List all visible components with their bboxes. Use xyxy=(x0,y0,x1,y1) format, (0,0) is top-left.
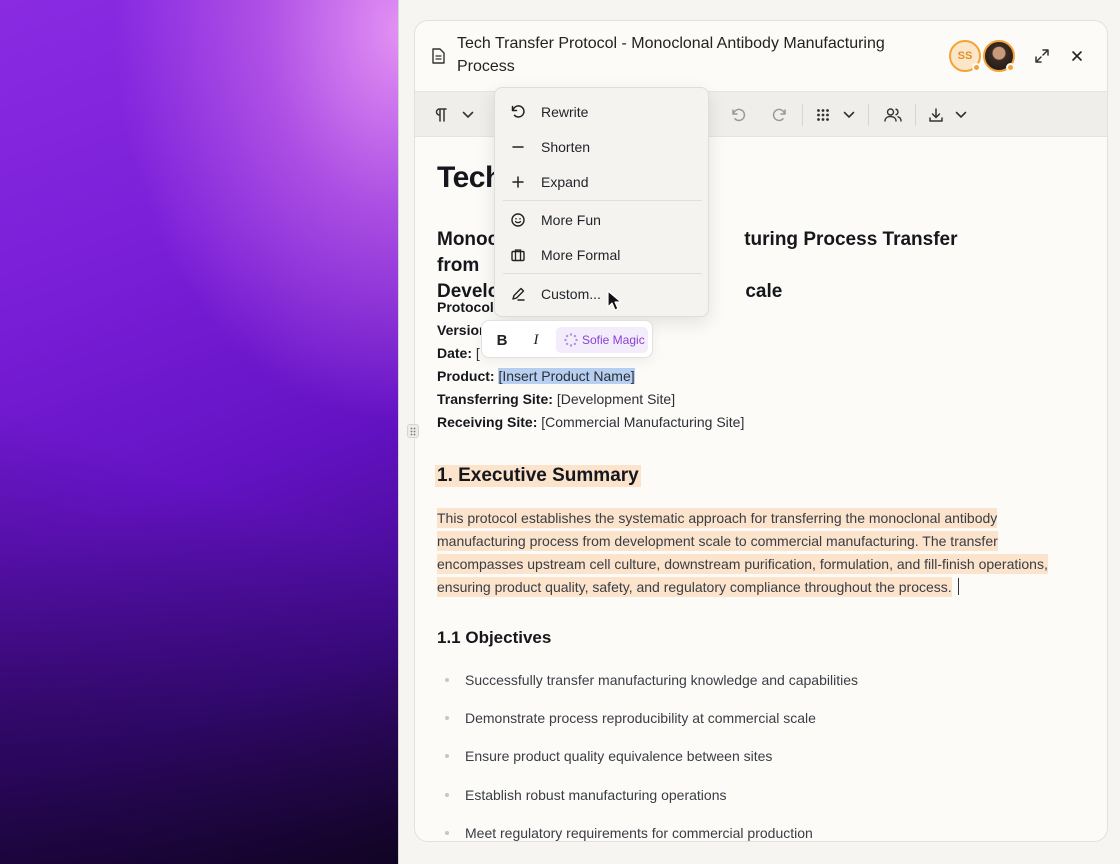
menu-item-expand[interactable]: Expand xyxy=(495,164,710,199)
toolbar-divider xyxy=(868,104,869,126)
bold-button[interactable]: B xyxy=(492,330,512,350)
menu-item-shorten[interactable]: Shorten xyxy=(495,129,710,164)
chevron-down-icon[interactable] xyxy=(459,104,477,126)
undo-icon[interactable] xyxy=(727,104,749,126)
meta-transferring-site: Transferring Site: [Development Site] xyxy=(437,391,676,407)
users-icon[interactable] xyxy=(882,104,904,126)
pencil-icon xyxy=(509,285,527,303)
meta-receiving-site: Receiving Site: [Commercial Manufacturin… xyxy=(437,414,745,430)
italic-button[interactable]: I xyxy=(526,330,546,350)
paragraph-icon[interactable] xyxy=(431,104,451,126)
smile-icon xyxy=(509,211,527,229)
sparkle-loader-icon xyxy=(564,333,578,347)
subsection-heading: 1.1 Objectives xyxy=(437,628,552,647)
ai-action-menu: Rewrite Shorten Expand More Fun More For… xyxy=(494,87,709,317)
text-cursor xyxy=(957,578,959,595)
mouse-pointer-icon xyxy=(607,290,622,311)
document-icon xyxy=(432,48,445,64)
meta-date: Date: [ xyxy=(437,345,480,361)
drag-handle-icon[interactable] xyxy=(407,424,419,438)
expand-icon[interactable] xyxy=(1031,45,1053,67)
toolbar-divider xyxy=(915,104,916,126)
plus-icon xyxy=(509,173,527,191)
redo-icon[interactable] xyxy=(769,104,791,126)
section-heading: 1. Executive Summary xyxy=(435,465,641,487)
briefcase-icon xyxy=(509,246,527,264)
rotate-icon xyxy=(509,103,527,121)
menu-item-custom[interactable]: Custom... xyxy=(495,276,710,311)
download-icon[interactable] xyxy=(925,104,947,126)
format-toolbar: B I Sofie Magic xyxy=(481,320,653,358)
meta-product: Product: [Insert Product Name] xyxy=(437,368,635,384)
menu-divider xyxy=(503,200,702,201)
toolbar-divider xyxy=(802,104,803,126)
menu-item-more-formal[interactable]: More Formal xyxy=(495,237,710,272)
close-icon[interactable] xyxy=(1066,45,1088,67)
selected-text[interactable]: [Insert Product Name] xyxy=(498,368,635,384)
desktop-background xyxy=(0,0,398,864)
menu-item-rewrite[interactable]: Rewrite xyxy=(495,94,710,129)
grid-icon[interactable] xyxy=(813,104,833,126)
menu-item-more-fun[interactable]: More Fun xyxy=(495,202,710,237)
chevron-down-icon[interactable] xyxy=(952,104,970,126)
document-title: Tech Transfer Protocol - Monoclonal Anti… xyxy=(457,35,885,75)
presence-dot xyxy=(972,63,981,72)
minus-icon xyxy=(509,138,527,156)
document-header: Tech Transfer Protocol - Monoclonal Anti… xyxy=(415,21,1107,91)
meta-version: Version xyxy=(437,322,488,338)
meta-protocol: Protocol xyxy=(437,299,494,315)
section-paragraph[interactable]: This protocol establishes the systematic… xyxy=(437,507,1087,599)
chevron-down-icon[interactable] xyxy=(840,104,858,126)
sofie-magic-button[interactable]: Sofie Magic xyxy=(556,327,648,353)
presence-dot xyxy=(1006,63,1015,72)
menu-divider xyxy=(503,273,702,274)
